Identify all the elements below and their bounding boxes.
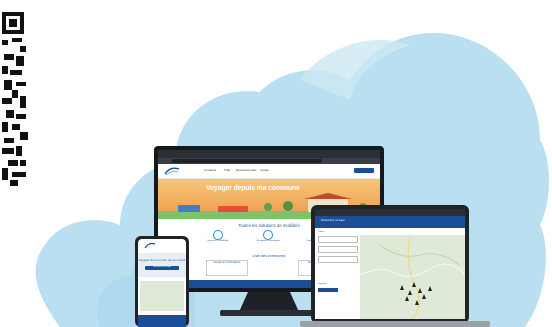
card-lignes-label: Lignes ET et Mobilités [207, 240, 229, 242]
tablet-filter-label: Filtres [318, 231, 324, 233]
url-field[interactable] [172, 159, 322, 163]
tablet-screen: Rechercher un trajet Filtres Légende [315, 209, 465, 319]
monitor-stand [239, 292, 299, 312]
browser-tab-bar [158, 150, 380, 158]
tablet-browser-bar [315, 209, 465, 216]
tablet-sidebar: Filtres Légende [318, 231, 358, 317]
laptop-base [300, 321, 490, 327]
nav-item-contact[interactable]: Contact [260, 169, 269, 172]
phone-device: Voyager de mon nom de commune Rechercher… [135, 236, 189, 327]
tablet-select-3[interactable] [318, 256, 358, 263]
phone-footer [138, 315, 186, 327]
phone-map[interactable] [140, 281, 184, 311]
tablet-legend-label: Légende [318, 283, 327, 285]
nav-item-ressources[interactable]: Ressources utiles [236, 169, 256, 172]
phone-logo-icon [144, 242, 156, 249]
tablet-app-header: Rechercher un trajet [315, 216, 465, 228]
card-tad[interactable]: Transport à la demande [248, 230, 288, 242]
phone-screen: Voyager de mon nom de commune Rechercher… [138, 239, 186, 327]
hero-title: Voyager depuis ma commune [206, 185, 300, 192]
nav-item-reserve[interactable]: Je réserve [204, 169, 216, 172]
site-logo-icon [164, 167, 180, 176]
phone-hero-title: Voyager de mon nom de commune [138, 258, 186, 262]
qr-code [0, 10, 30, 188]
header-action-button[interactable] [354, 168, 374, 173]
tablet-map[interactable] [359, 234, 465, 319]
phone-hero: Voyager de mon nom de commune Rechercher… [138, 253, 186, 277]
card-lignes[interactable]: Lignes ET et Mobilités [198, 230, 238, 242]
map-illustration [359, 234, 465, 319]
tablet-header-button[interactable]: Rechercher un trajet [321, 219, 345, 222]
tablet-select[interactable] [318, 236, 358, 243]
site-header: Je réserve Trafic Ressources utiles Cont… [158, 164, 380, 179]
tablet-select-2[interactable] [318, 246, 358, 253]
tablet-device: Rechercher un trajet Filtres Légende [311, 205, 469, 323]
nav-item-trafic[interactable]: Trafic [224, 169, 230, 172]
card-tad-label: Transport à la demande [256, 240, 280, 242]
commune-info-button[interactable]: Accéder aux informations [206, 260, 248, 276]
phone-search-button[interactable]: Rechercher un trajet [145, 266, 179, 270]
monitor-base [220, 310, 318, 316]
tablet-legend-swatch [318, 288, 338, 292]
